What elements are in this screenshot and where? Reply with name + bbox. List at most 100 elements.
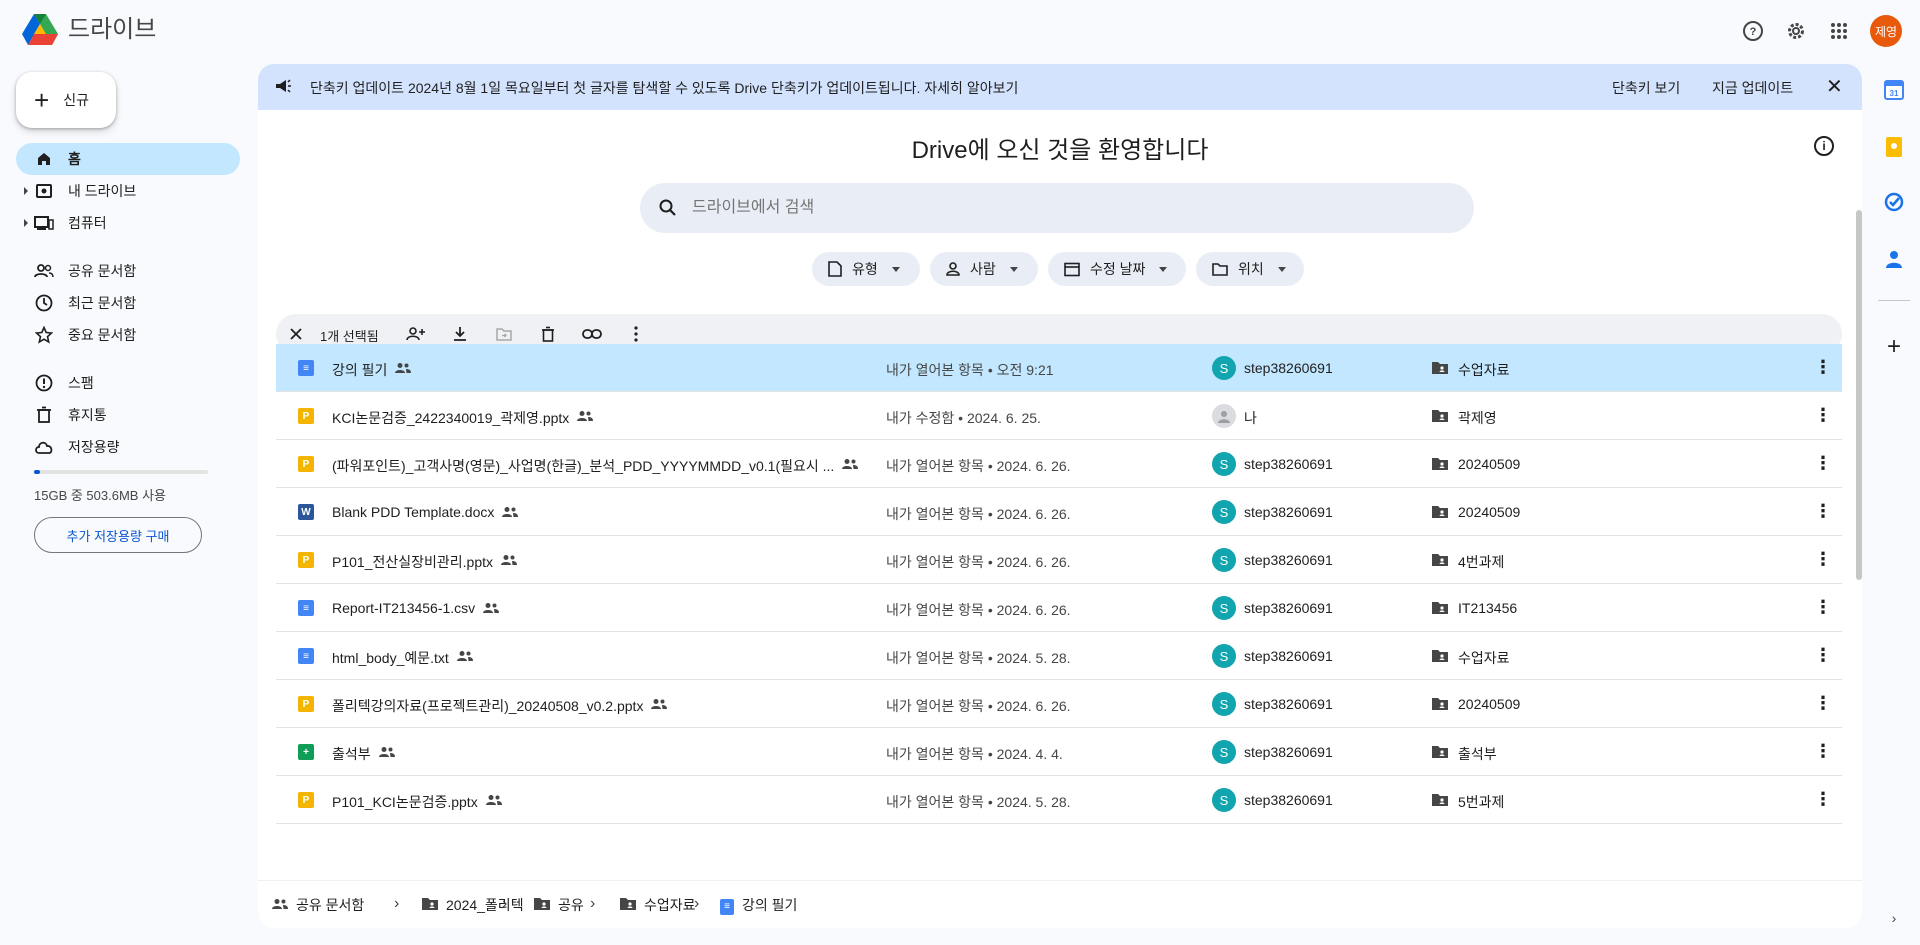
sidebar-item-recent[interactable]: 최근 문서함 <box>16 287 240 319</box>
table-row[interactable]: P P101_KCI논문검증.pptx 내가 열어본 항목 • 2024. 5. 2… <box>276 776 1842 824</box>
location-name[interactable]: 수업자료 <box>1458 360 1510 380</box>
location-name[interactable]: 20240509 <box>1458 696 1520 712</box>
file-name[interactable]: 출석부 <box>332 744 371 764</box>
location-name[interactable]: 20240509 <box>1458 456 1520 472</box>
filter-type-chip[interactable]: 유형 <box>812 252 920 286</box>
move-folder-icon[interactable] <box>494 324 514 344</box>
breadcrumb-label: 강의 필기 <box>742 897 798 913</box>
breadcrumb-item[interactable]: 2024_폴리텍 <box>422 895 524 915</box>
sidebar-item-computers[interactable]: 컴퓨터 <box>16 207 240 239</box>
tasks-app-icon[interactable] <box>1882 190 1906 214</box>
filter-people-chip[interactable]: 사람 <box>930 252 1038 286</box>
location-name[interactable]: IT213456 <box>1458 600 1517 616</box>
expand-caret-icon[interactable] <box>24 187 28 195</box>
breadcrumb-item[interactable]: 수업자료 <box>620 895 696 915</box>
file-icon <box>828 261 842 277</box>
more-options-icon[interactable]: ⋮ <box>1814 550 1832 568</box>
people-icon <box>272 897 288 913</box>
more-options-icon[interactable]: ⋮ <box>1814 454 1832 472</box>
update-now-button[interactable]: 지금 업데이트 <box>1712 78 1793 98</box>
search-bar[interactable] <box>640 183 1474 233</box>
table-row[interactable]: ≡ Report-IT213456-1.csv 내가 열어본 항목 • 2024. … <box>276 584 1842 632</box>
more-options-icon[interactable]: ⋮ <box>1814 598 1832 616</box>
breadcrumb-item[interactable]: 공유 문서함 <box>272 895 364 915</box>
file-name[interactable]: 강의 필기 <box>332 360 387 380</box>
sidebar-item-storage[interactable]: 저장용량 <box>16 431 240 463</box>
sidebar-item-spam[interactable]: 스팸 <box>16 367 240 399</box>
more-options-icon[interactable]: ⋮ <box>1814 646 1832 664</box>
new-button[interactable]: + 신규 <box>16 72 116 128</box>
link-icon[interactable] <box>582 324 602 344</box>
location-name[interactable]: 20240509 <box>1458 504 1520 520</box>
more-options-icon[interactable]: ⋮ <box>1814 790 1832 808</box>
more-options-icon[interactable]: ⋮ <box>1814 502 1832 520</box>
sidebar-item-my-drive[interactable]: 내 드라이브 <box>16 175 240 207</box>
apps-grid-icon[interactable] <box>1826 18 1852 44</box>
shared-folder-icon <box>1432 553 1448 570</box>
table-row[interactable]: P (파워포인트)_고객사명(영문)_사업명(한글)_분석_PDD_YYYYMMD… <box>276 440 1842 488</box>
file-name[interactable]: P101_전산실장비관리.pptx <box>332 552 493 572</box>
file-name[interactable]: 폴리텍강의자료(프로젝트관리)_20240508_v0.2.pptx <box>332 696 643 716</box>
keep-app-icon[interactable] <box>1882 135 1906 159</box>
buy-storage-button[interactable]: 추가 저장용량 구매 <box>34 517 202 553</box>
help-icon[interactable]: ? <box>1740 18 1766 44</box>
breadcrumb-item[interactable]: ≡ 강의 필기 <box>720 895 797 915</box>
add-app-plus-icon[interactable]: + <box>1882 333 1906 360</box>
more-options-icon[interactable]: ⋮ <box>1814 742 1832 760</box>
more-options-icon[interactable]: ⋮ <box>1814 406 1832 424</box>
sidebar-item-home[interactable]: 홈 <box>16 143 240 175</box>
table-row[interactable]: W Blank PDD Template.docx 내가 열어본 항목 • 2024… <box>276 488 1842 536</box>
download-icon[interactable] <box>450 324 470 344</box>
filter-label: 위치 <box>1238 261 1264 277</box>
share-add-person-icon[interactable] <box>406 324 426 344</box>
contacts-app-icon[interactable] <box>1882 247 1906 271</box>
breadcrumb-item[interactable]: 공유 <box>534 895 584 915</box>
info-icon[interactable]: i <box>1814 136 1834 156</box>
file-name[interactable]: html_body_예문.txt <box>332 648 449 668</box>
more-options-icon[interactable]: ⋮ <box>1814 694 1832 712</box>
search-icon[interactable] <box>658 198 678 223</box>
file-name[interactable]: Report-IT213456-1.csv <box>332 600 475 616</box>
more-actions-icon[interactable] <box>626 324 646 344</box>
location-name[interactable]: 출석부 <box>1458 744 1497 764</box>
trash-icon[interactable] <box>538 324 558 344</box>
location-name[interactable]: 5번과제 <box>1458 792 1504 812</box>
file-name[interactable]: P101_KCI논문검증.pptx <box>332 792 478 812</box>
file-name[interactable]: KCI논문검증_2422340019_곽제영.pptx <box>332 408 569 428</box>
location-name[interactable]: 수업자료 <box>1458 648 1510 668</box>
expand-panel-chevron-icon[interactable]: › <box>1882 906 1906 930</box>
filter-location-chip[interactable]: 위치 <box>1196 252 1304 286</box>
close-icon[interactable]: ✕ <box>1826 77 1843 97</box>
sidebar-item-shared[interactable]: 공유 문서함 <box>16 255 240 287</box>
more-options-icon[interactable]: ⋮ <box>1814 358 1832 376</box>
table-row[interactable]: + 출석부 내가 열어본 항목 • 2024. 4. 4. Sstep38260691… <box>276 728 1842 776</box>
sidebar-item-trash[interactable]: 휴지통 <box>16 399 240 431</box>
table-row[interactable]: ≡ 강의 필기 내가 열어본 항목 • 오전 9:21 Sstep38260691 수업… <box>276 344 1842 392</box>
table-row[interactable]: ≡ html_body_예문.txt 내가 열어본 항목 • 2024. 5. 28… <box>276 632 1842 680</box>
drive-logo-icon[interactable] <box>22 14 58 46</box>
shared-folder-icon <box>1432 745 1448 762</box>
sidebar-item-starred[interactable]: 중요 문서함 <box>16 319 240 351</box>
location-name[interactable]: 4번과제 <box>1458 552 1504 572</box>
calendar-app-icon[interactable]: 31 <box>1882 78 1906 102</box>
clear-selection-icon[interactable] <box>286 324 306 344</box>
view-shortcuts-button[interactable]: 단축키 보기 <box>1612 78 1680 98</box>
expand-caret-icon[interactable] <box>24 219 28 227</box>
suggestion-reason: 내가 열어본 항목 • 2024. 4. 4. <box>886 746 1063 762</box>
search-input[interactable] <box>692 183 1452 233</box>
table-row[interactable]: P KCI논문검증_2422340019_곽제영.pptx 내가 수정함 • 202… <box>276 392 1842 440</box>
table-row[interactable]: P 폴리텍강의자료(프로젝트관리)_20240508_v0.2.pptx 내가 열어… <box>276 680 1842 728</box>
app-title: 드라이브 <box>68 16 157 43</box>
table-row[interactable]: P P101_전산실장비관리.pptx 내가 열어본 항목 • 2024. 6. 2… <box>276 536 1842 584</box>
location-name[interactable]: 곽제영 <box>1458 408 1497 428</box>
settings-gear-icon[interactable] <box>1783 18 1809 44</box>
file-name[interactable]: Blank PDD Template.docx <box>332 504 494 520</box>
scrollbar-thumb[interactable] <box>1856 210 1862 580</box>
owner-avatar: S <box>1212 356 1236 380</box>
filter-modified-chip[interactable]: 수정 날짜 <box>1048 252 1186 286</box>
user-avatar[interactable]: 제영 <box>1870 15 1902 47</box>
suggestion-reason: 내가 열어본 항목 • 2024. 6. 26. <box>886 506 1071 522</box>
file-name[interactable]: (파워포인트)_고객사명(영문)_사업명(한글)_분석_PDD_YYYYMMDD… <box>332 456 834 476</box>
scrollbar[interactable] <box>1856 110 1862 580</box>
banner-message[interactable]: 단축키 업데이트 2024년 8월 1일 목요일부터 첫 글자를 탐색할 수 있… <box>310 78 1018 98</box>
